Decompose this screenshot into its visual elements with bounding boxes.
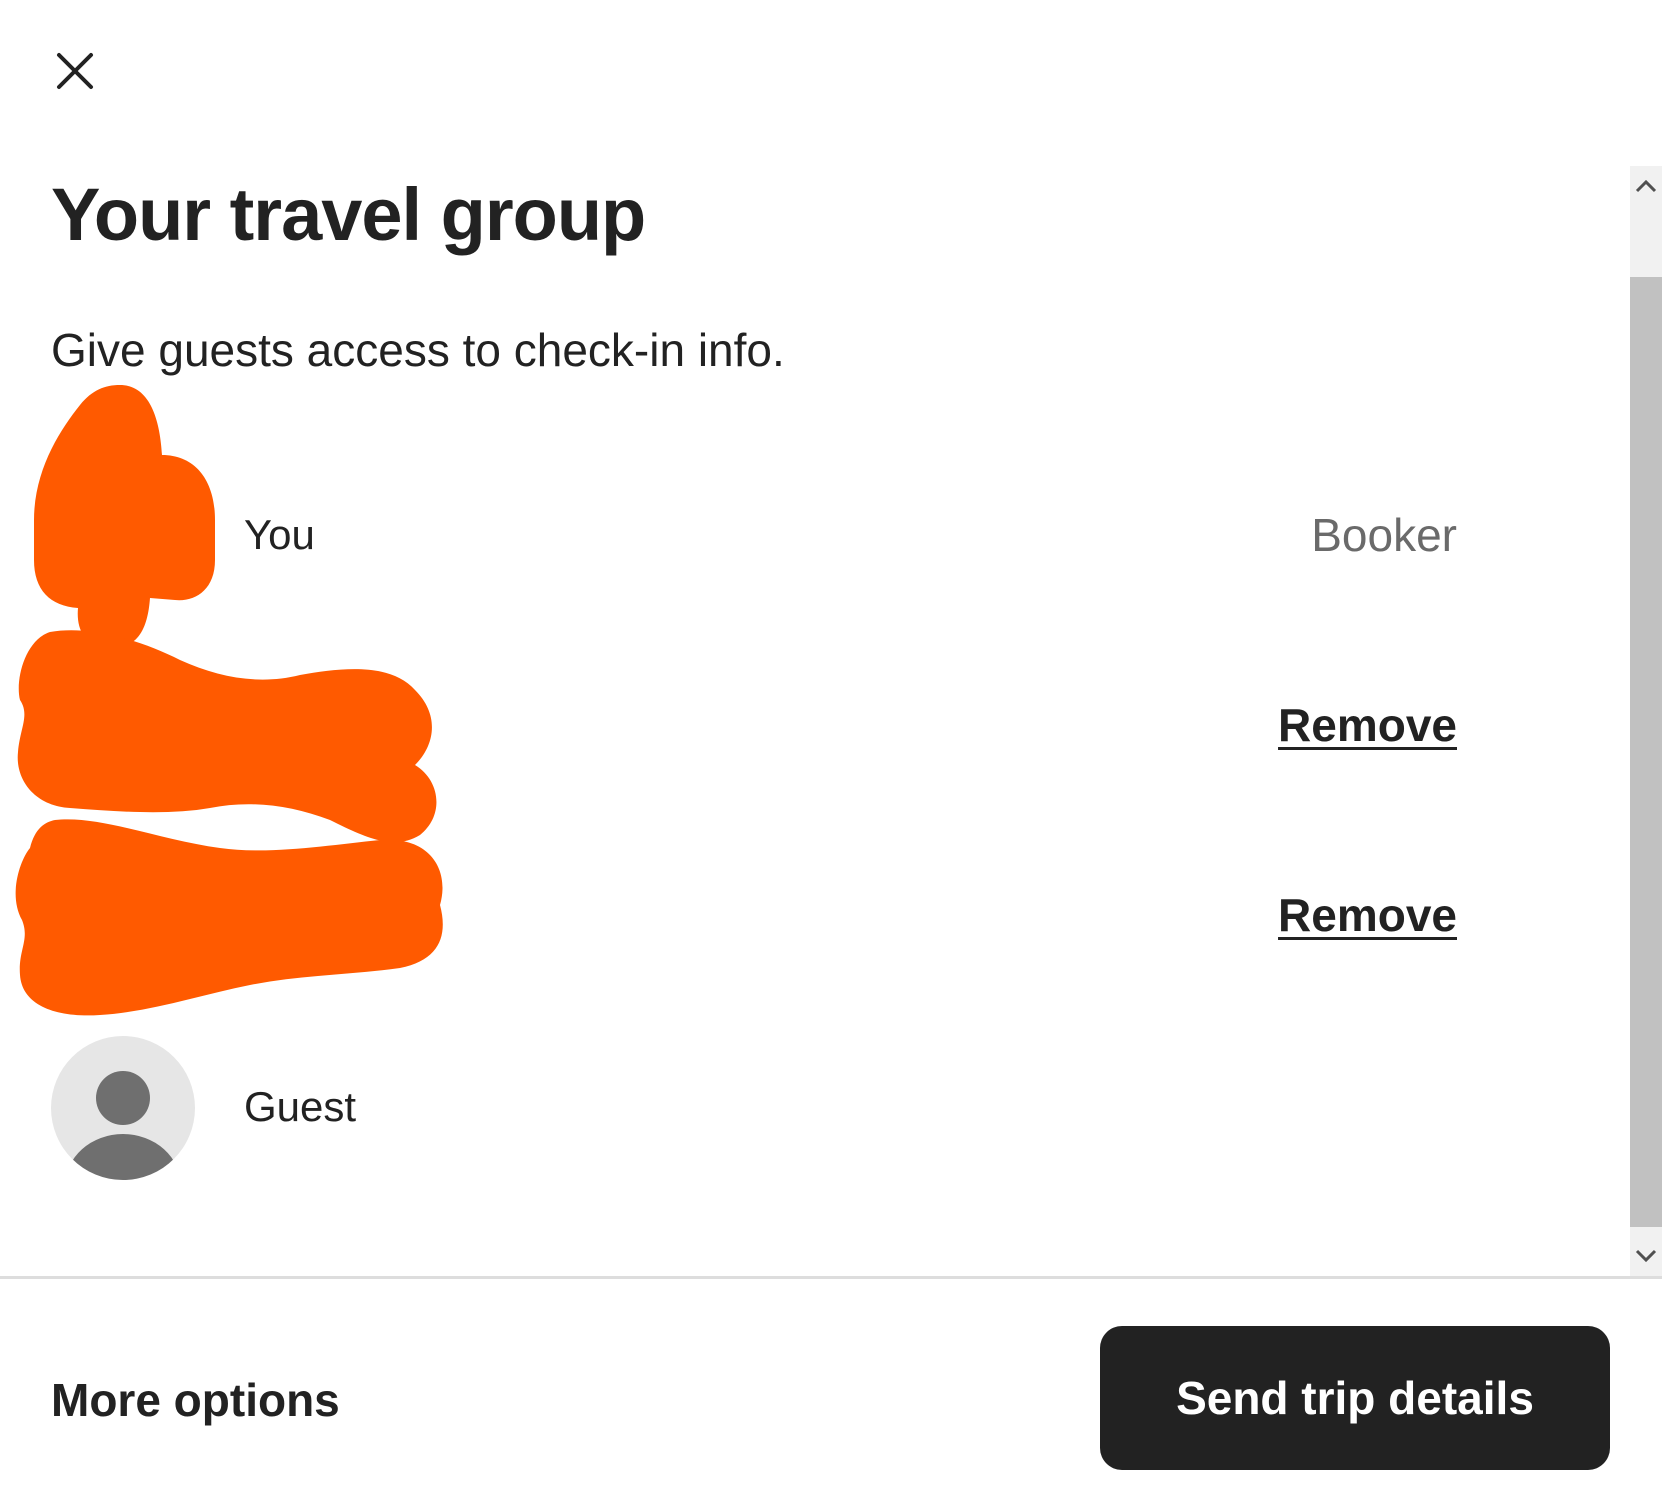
modal-footer: More options Send trip details bbox=[0, 1276, 1662, 1491]
scroll-up-button[interactable] bbox=[1630, 166, 1662, 206]
member-role: Booker bbox=[1311, 509, 1457, 561]
travel-group-modal: Your travel group Give guests access to … bbox=[0, 0, 1662, 1491]
scroll-down-button[interactable] bbox=[1630, 1236, 1662, 1276]
scrollbar[interactable] bbox=[1630, 166, 1662, 1276]
send-trip-details-button[interactable]: Send trip details bbox=[1100, 1326, 1610, 1470]
avatar bbox=[51, 1036, 195, 1180]
more-options-button[interactable]: More options bbox=[51, 1377, 340, 1423]
redaction-mark bbox=[15, 385, 443, 1016]
member-name: Guest bbox=[244, 1083, 357, 1130]
person-icon bbox=[65, 1071, 181, 1180]
remove-link[interactable]: Remove bbox=[1278, 702, 1457, 748]
scroll-content[interactable]: Your travel group Give guests access to … bbox=[0, 0, 1662, 1276]
chevron-up-icon bbox=[1635, 179, 1657, 193]
chevron-down-icon bbox=[1635, 1249, 1657, 1263]
member-row-guest-placeholder: Guest bbox=[0, 1030, 1560, 1180]
scrollbar-thumb[interactable] bbox=[1630, 277, 1662, 1227]
remove-link[interactable]: Remove bbox=[1278, 892, 1457, 938]
